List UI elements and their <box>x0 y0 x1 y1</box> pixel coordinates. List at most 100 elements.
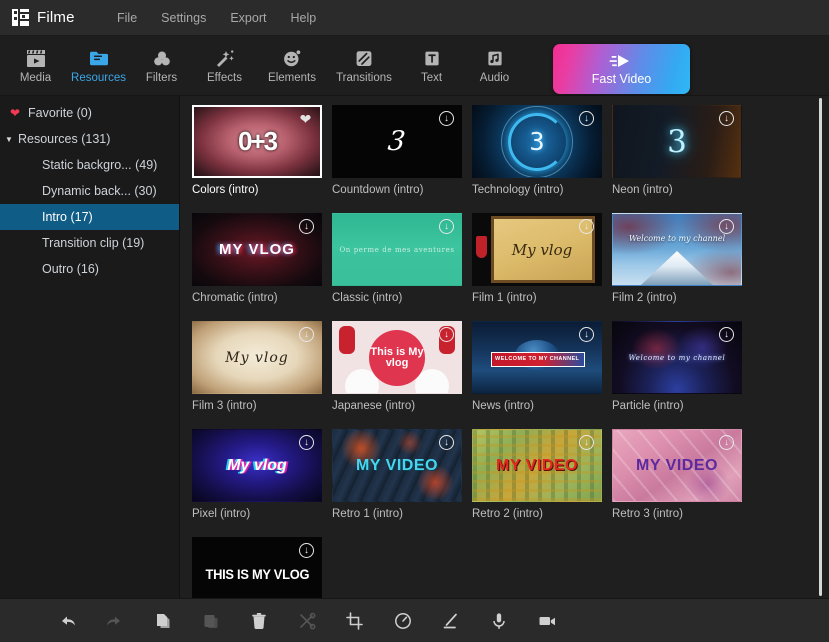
download-badge-icon[interactable]: ↓ <box>299 435 314 450</box>
app-title: Filme <box>37 9 75 26</box>
resource-card-news[interactable]: WELCOME TO MY CHANNEL ↓ News (intro) <box>472 321 612 412</box>
thumbnail-text: 3 <box>667 123 687 160</box>
resource-label: Film 3 (intro) <box>192 400 257 412</box>
resource-card-film-1[interactable]: My vlog ↓ Film 1 (intro) <box>472 213 612 304</box>
sidebar-item-favorite[interactable]: ❤ Favorite (0) <box>0 100 179 126</box>
resource-label: Neon (intro) <box>612 184 673 196</box>
sidebar-item-label: Outro (16) <box>42 262 99 276</box>
menu-file[interactable]: File <box>105 6 149 30</box>
fast-video-button[interactable]: Fast Video <box>553 44 690 94</box>
resources-grid: 0+3 ❤ Colors (intro) 3 ↓ Countdown (intr… <box>180 96 829 598</box>
download-badge-icon[interactable]: ↓ <box>579 435 594 450</box>
tool-media[interactable]: Media <box>4 37 67 95</box>
menu-export[interactable]: Export <box>218 6 278 30</box>
resource-card-retro-3[interactable]: My Video ↓ Retro 3 (intro) <box>612 429 752 520</box>
resource-card-countdown[interactable]: 3 ↓ Countdown (intro) <box>332 105 472 196</box>
download-badge-icon[interactable]: ↓ <box>299 327 314 342</box>
sidebar-item-static-backgrounds[interactable]: Static backgro... (49) <box>0 152 179 178</box>
sidebar-item-dynamic-backgrounds[interactable]: Dynamic back... (30) <box>0 178 179 204</box>
download-badge-icon[interactable]: ↓ <box>299 543 314 558</box>
text-t-icon <box>422 47 442 69</box>
download-badge-icon[interactable]: ↓ <box>299 219 314 234</box>
crop-button[interactable] <box>344 610 366 632</box>
download-badge-icon[interactable]: ↓ <box>719 435 734 450</box>
thumbnail-text: MY VLOG <box>219 241 295 258</box>
caret-down-icon[interactable]: ▼ <box>0 135 18 144</box>
smiley-face-icon <box>282 47 302 69</box>
copy-button[interactable] <box>152 610 174 632</box>
sidebar-item-intro[interactable]: Intro (17) <box>0 204 179 230</box>
thumbnail-text: Welcome to my channel <box>628 353 726 362</box>
undo-button[interactable] <box>56 610 78 632</box>
download-badge-icon[interactable]: ↓ <box>579 111 594 126</box>
resource-thumbnail: My Video ↓ <box>612 429 742 502</box>
resource-card-retro-1[interactable]: My Video ↓ Retro 1 (intro) <box>332 429 472 520</box>
favorite-badge-icon[interactable]: ❤ <box>298 111 313 127</box>
download-badge-icon[interactable]: ↓ <box>719 111 734 126</box>
record-button[interactable] <box>536 610 558 632</box>
speed-button[interactable] <box>392 610 414 632</box>
thumbnail-text: This is My vlog <box>370 345 424 369</box>
resource-label: Film 1 (intro) <box>472 292 537 304</box>
grid-scrollbar[interactable] <box>819 98 822 596</box>
thumbnail-text: My vlog <box>511 240 573 259</box>
download-badge-icon[interactable]: ↓ <box>719 327 734 342</box>
resource-card-technology[interactable]: 3 ↓ Technology (intro) <box>472 105 612 196</box>
sidebar-item-transition-clip[interactable]: Transition clip (19) <box>0 230 179 256</box>
resource-thumbnail: My Video ↓ <box>332 429 462 502</box>
crop-frame-icon <box>345 611 365 630</box>
menu-settings[interactable]: Settings <box>149 6 218 30</box>
resource-card-vlog-text[interactable]: THIS IS MY VLOG ↓ <box>192 537 332 598</box>
delete-button[interactable] <box>248 610 270 632</box>
download-badge-icon[interactable]: ↓ <box>439 219 454 234</box>
transition-slash-icon <box>354 47 374 69</box>
resource-card-particle[interactable]: Welcome to my channel ↓ Particle (intro) <box>612 321 752 412</box>
download-badge-icon[interactable]: ↓ <box>439 327 454 342</box>
resource-card-retro-2[interactable]: My Video ↓ Retro 2 (intro) <box>472 429 612 520</box>
voiceover-button[interactable] <box>488 610 510 632</box>
download-badge-icon[interactable]: ↓ <box>439 435 454 450</box>
resource-label: Retro 2 (intro) <box>472 508 543 520</box>
split-button[interactable] <box>296 610 318 632</box>
resource-card-neon[interactable]: 3 ↓ Neon (intro) <box>612 105 752 196</box>
resource-card-chromatic[interactable]: MY VLOG ↓ Chromatic (intro) <box>192 213 332 304</box>
resource-card-colors[interactable]: 0+3 ❤ Colors (intro) <box>192 105 332 196</box>
resource-card-japanese[interactable]: This is My vlog ↓ Japanese (intro) <box>332 321 472 412</box>
thumbnail-text: My vlog <box>227 456 287 474</box>
tool-label: Elements <box>268 72 316 84</box>
thumbnail-text: My Video <box>356 456 438 474</box>
resources-grid-panel: 0+3 ❤ Colors (intro) 3 ↓ Countdown (intr… <box>180 96 829 598</box>
filme-app-window: Filme File Settings Export Help Media Re… <box>0 0 829 642</box>
download-badge-icon[interactable]: ↓ <box>719 219 734 234</box>
sidebar-item-resources[interactable]: ▼ Resources (131) <box>0 126 179 152</box>
color-edit-button[interactable] <box>440 610 462 632</box>
resource-card-film-2[interactable]: Welcome to my channel ↓ Film 2 (intro) <box>612 213 752 304</box>
resource-card-pixel[interactable]: My vlog ↓ Pixel (intro) <box>192 429 332 520</box>
scissors-icon <box>297 612 317 630</box>
menu-bar: File Settings Export Help <box>105 6 328 30</box>
tool-effects[interactable]: Effects <box>193 37 256 95</box>
tool-audio[interactable]: Audio <box>463 37 526 95</box>
thumbnail-text: 3 <box>386 126 408 157</box>
resource-card-classic[interactable]: On perme de mes aventures ↓ Classic (int… <box>332 213 472 304</box>
download-badge-icon[interactable]: ↓ <box>439 111 454 126</box>
tool-transitions[interactable]: Transitions <box>328 37 400 95</box>
menu-help[interactable]: Help <box>278 6 328 30</box>
sidebar-item-outro[interactable]: Outro (16) <box>0 256 179 282</box>
thumbnail-text: My Video <box>636 456 718 474</box>
download-badge-icon[interactable]: ↓ <box>579 327 594 342</box>
resource-thumbnail: 3 ↓ <box>332 105 462 178</box>
download-badge-icon[interactable]: ↓ <box>579 219 594 234</box>
redo-button[interactable] <box>104 610 126 632</box>
tool-text[interactable]: Text <box>400 37 463 95</box>
tool-filters[interactable]: Filters <box>130 37 193 95</box>
tool-elements[interactable]: Elements <box>256 37 328 95</box>
resource-card-film-3[interactable]: My vlog ↓ Film 3 (intro) <box>192 321 332 412</box>
tool-resources[interactable]: Resources <box>67 37 130 95</box>
thumbnail-text: THIS IS MY VLOG <box>205 565 309 582</box>
resource-thumbnail: My vlog ↓ <box>192 429 322 502</box>
resource-thumbnail: This is My vlog ↓ <box>332 321 462 394</box>
resource-label: Pixel (intro) <box>192 508 251 520</box>
resource-label: Chromatic (intro) <box>192 292 278 304</box>
paste-button[interactable] <box>200 610 222 632</box>
